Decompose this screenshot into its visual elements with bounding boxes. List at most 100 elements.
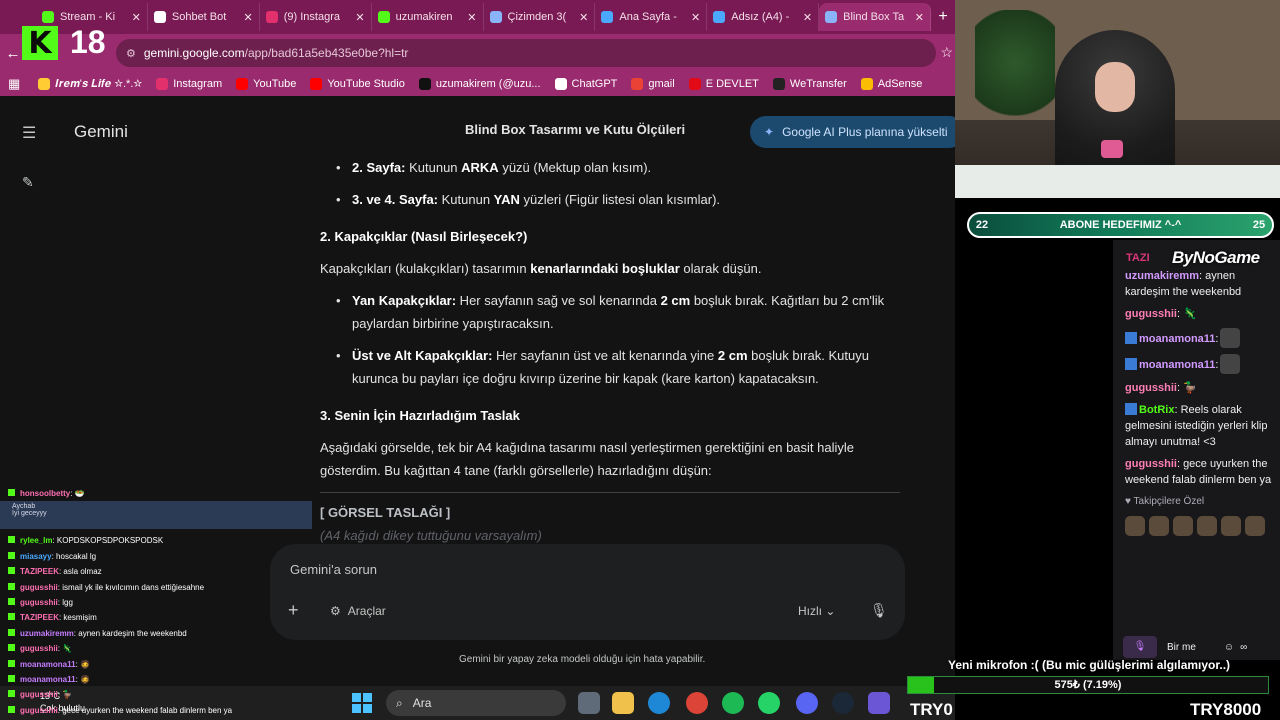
task-view-icon[interactable] <box>578 692 600 714</box>
emote[interactable] <box>1149 516 1169 536</box>
chat-username[interactable]: moanamona11 <box>1139 359 1215 371</box>
close-tab-icon[interactable]: ✕ <box>244 11 253 24</box>
bookmark-item[interactable]: E DEVLET <box>688 78 759 90</box>
tab-favicon-icon <box>42 11 54 23</box>
bookmark-item[interactable]: Instagram <box>156 78 222 90</box>
list-item: Üst ve Alt Kapakçıklar: Her sayfanın üst… <box>320 344 900 390</box>
bookmark-item[interactable]: 𝑰𝒓𝒆𝒎'𝒔 𝑳𝒊𝒇𝒆 ☆.*.☆ <box>38 78 142 91</box>
bookmark-favicon-icon <box>860 78 873 90</box>
bookmark-item[interactable]: gmail <box>631 78 675 90</box>
gemini-brand[interactable]: Gemini <box>74 122 128 142</box>
prompt-box[interactable]: Gemini'a sorun + ⚙ Araçlar Hızlı ⌄ 🎙 <box>270 544 905 640</box>
bookmark-star-icon[interactable]: ☆ <box>940 44 953 61</box>
chat-username: miasayy <box>20 551 52 561</box>
chat-username: gugusshii <box>20 705 58 715</box>
chat-message: : KOPDSKOPSDPOKSPODSK <box>52 536 164 546</box>
tools-button[interactable]: ⚙ Araçlar <box>330 604 386 618</box>
menu-icon[interactable]: ☰ <box>22 123 36 143</box>
chat-username[interactable]: moanamona11 <box>1139 333 1215 345</box>
microphone-icon[interactable]: 🎙 <box>870 602 888 619</box>
discord-icon[interactable] <box>796 692 818 714</box>
url-host: gemini.google.com <box>143 46 245 60</box>
bookmark-favicon-icon <box>688 78 701 90</box>
close-tab-icon[interactable]: ✕ <box>132 11 141 24</box>
close-tab-icon[interactable]: ✕ <box>803 11 812 24</box>
emote[interactable] <box>1173 516 1193 536</box>
chat-username[interactable]: uzumakiremm <box>1125 270 1199 282</box>
chat-username: moanamona11 <box>20 674 76 684</box>
browser-tab[interactable]: (9) Instagra ✕ <box>260 3 372 31</box>
browser-tab[interactable]: Ana Sayfa - ✕ <box>595 3 708 31</box>
start-button[interactable] <box>352 693 372 713</box>
bookmark-item[interactable]: ChatGPT <box>554 78 617 90</box>
kick-badge-icon <box>8 690 15 698</box>
emote[interactable] <box>1125 516 1145 536</box>
bookmark-item[interactable]: YouTube Studio <box>310 78 405 90</box>
emote[interactable] <box>1221 516 1241 536</box>
plant <box>975 10 1055 140</box>
chat-username: rylee_lm <box>20 536 53 546</box>
file-explorer-icon[interactable] <box>612 692 634 714</box>
whatsapp-icon[interactable] <box>758 692 780 714</box>
chat-message: : lgg <box>57 597 73 607</box>
goal-current: 22 <box>975 219 989 231</box>
close-tab-icon[interactable]: ✕ <box>579 11 588 24</box>
infinity-icon[interactable]: ∞ <box>1240 642 1247 653</box>
spotify-icon[interactable] <box>722 692 744 714</box>
tab-label: Ana Sayfa - <box>619 11 677 23</box>
bookmark-label: YouTube <box>253 78 297 90</box>
bookmark-item[interactable]: WeTransfer <box>772 78 847 90</box>
search-icon: ⌕ <box>396 695 403 710</box>
age-badge: 18 <box>70 24 106 60</box>
bookmark-item[interactable]: AdSense <box>860 78 922 90</box>
sparkle-icon: ✦ <box>764 125 775 139</box>
taskbar-search[interactable]: ⌕ Ara <box>386 690 566 716</box>
kick-badge-icon <box>8 597 15 605</box>
chat-message: : aynen kardeşim the weekenbd <box>73 628 187 638</box>
browser-tab[interactable]: uzumakiren ✕ <box>372 3 484 31</box>
chat-username: Aychab <box>12 503 36 511</box>
chat-username[interactable]: gugusshii <box>1125 308 1177 320</box>
close-tab-icon[interactable]: ✕ <box>691 11 700 24</box>
close-tab-icon[interactable]: ✕ <box>915 11 924 24</box>
paragraph: Kapakçıkları (kulakçıkları) tasarımın ke… <box>320 261 762 276</box>
close-tab-icon[interactable]: ✕ <box>355 11 364 24</box>
emote[interactable] <box>1197 516 1217 536</box>
kick-badge-icon <box>8 674 15 682</box>
chat-username[interactable]: gugusshii <box>1125 382 1177 394</box>
bookmark-label: Instagram <box>173 78 223 90</box>
emote[interactable] <box>1245 516 1265 536</box>
browser-tab[interactable]: Adsız (A4) - ✕ <box>707 3 820 31</box>
chat-username[interactable]: gugusshii <box>1125 458 1177 470</box>
emote <box>1220 328 1241 348</box>
chat-username: moanamona11 <box>20 659 76 669</box>
model-picker[interactable]: Hızlı ⌄ <box>798 604 835 618</box>
tab-favicon-icon <box>377 11 390 23</box>
new-tab-icon[interactable]: + <box>931 8 955 26</box>
bookmark-favicon-icon <box>631 78 644 90</box>
steam-icon[interactable] <box>832 692 854 714</box>
edge-icon[interactable] <box>648 692 670 714</box>
chat-line: TAZIPEEK: kesmişim <box>0 610 312 625</box>
bookmark-item[interactable]: uzumakirem (@uzu... <box>418 78 541 90</box>
emoji-icon[interactable]: ☺ <box>1224 642 1234 653</box>
browser-tab[interactable]: Çizimden 3(✕ <box>484 3 596 31</box>
upgrade-button[interactable]: ✦ Google AI Plus planına yükselti <box>750 116 965 148</box>
tab-label: Sohbet Bot <box>171 11 227 23</box>
close-tab-icon[interactable]: ✕ <box>467 11 476 24</box>
apps-grid-icon[interactable]: ▦ <box>8 76 20 92</box>
chrome-icon[interactable] <box>686 692 708 714</box>
chat-input[interactable]: Bir me <box>1167 642 1196 653</box>
tab-favicon-icon <box>713 11 726 23</box>
chat-username[interactable]: BotRix <box>1139 404 1174 416</box>
app-icon[interactable] <box>868 692 890 714</box>
browser-tab[interactable]: Blind Box Ta ✕ <box>819 3 931 31</box>
microphone-icon[interactable]: 🎙 <box>1123 636 1157 658</box>
browser-tab[interactable]: Sohbet Bot ✕ <box>148 3 260 31</box>
url-path: /app/bad61a5eb435e0be?hl=tr <box>244 46 409 60</box>
site-info-icon[interactable]: ⚙ <box>126 47 136 60</box>
bookmark-item[interactable]: YouTube <box>236 78 296 90</box>
url-bar[interactable]: ⚙ gemini.google.com/app/bad61a5eb435e0be… <box>116 39 936 67</box>
new-chat-icon[interactable]: ✎ <box>22 174 34 191</box>
divider <box>320 492 900 493</box>
